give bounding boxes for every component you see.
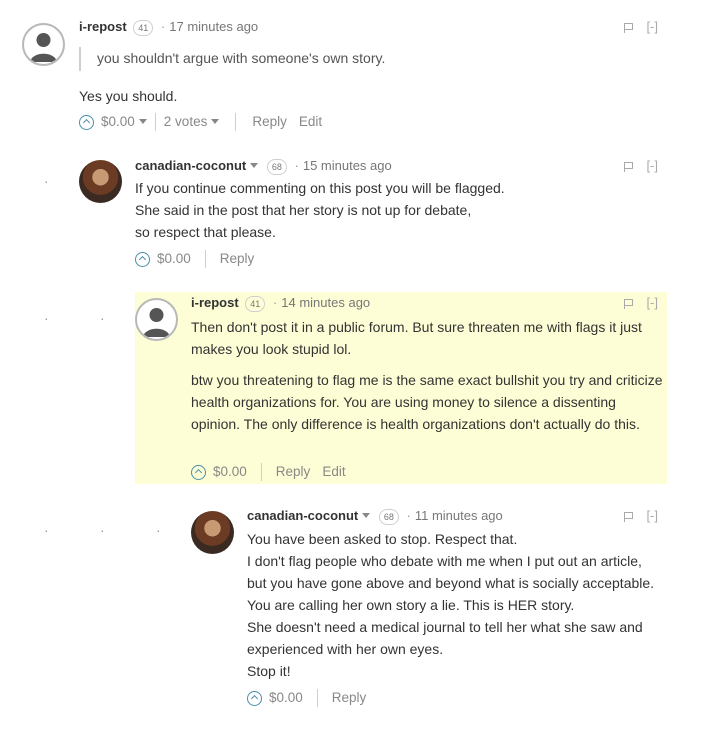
separator-dot: · bbox=[406, 508, 411, 523]
comment-controls: [-] bbox=[624, 507, 658, 525]
comment-header: i-repost 41 · 17 minutes ago bbox=[79, 18, 258, 36]
user-silhouette-icon bbox=[143, 308, 170, 337]
flag-icon[interactable] bbox=[624, 511, 634, 522]
author-name[interactable]: i-repost bbox=[79, 19, 127, 34]
avatar[interactable] bbox=[135, 298, 178, 341]
flag-icon[interactable] bbox=[624, 298, 634, 309]
thread-indent-dot: · bbox=[44, 522, 49, 538]
collapse-toggle[interactable]: [-] bbox=[646, 19, 658, 34]
separator-dot: · bbox=[272, 295, 278, 310]
edit-link[interactable]: Edit bbox=[322, 464, 345, 479]
flag-icon[interactable] bbox=[624, 22, 634, 33]
comment-line: If you continue commenting on this post … bbox=[135, 180, 505, 196]
comment-controls: [-] bbox=[624, 157, 658, 175]
timestamp[interactable]: 15 minutes ago bbox=[303, 158, 392, 173]
divider bbox=[235, 113, 237, 132]
upvote-circle-icon[interactable] bbox=[191, 464, 206, 480]
comment-body: Yes you should. bbox=[79, 85, 177, 107]
author-name[interactable]: i-repost bbox=[191, 295, 239, 310]
collapse-toggle[interactable]: [-] bbox=[646, 158, 658, 173]
upvote-circle-icon[interactable] bbox=[247, 690, 262, 706]
author-name[interactable]: canadian-coconut bbox=[135, 158, 246, 173]
votes-count[interactable]: 2 votes bbox=[164, 114, 208, 129]
collapse-toggle[interactable]: [-] bbox=[646, 508, 658, 523]
thread-indent-dot: · bbox=[156, 522, 161, 538]
thread-indent-dot: · bbox=[100, 522, 105, 538]
payout-value[interactable]: $0.00 bbox=[269, 690, 303, 705]
reputation-badge: 68 bbox=[378, 508, 399, 525]
payout-value[interactable]: $0.00 bbox=[213, 464, 247, 479]
separator-dot: · bbox=[160, 19, 166, 34]
comment-line: but you have gone above and beyond what … bbox=[247, 575, 655, 591]
thread-indent-dot: · bbox=[100, 310, 105, 326]
upvote-circle-icon[interactable] bbox=[135, 251, 150, 267]
reply-link[interactable]: Reply bbox=[220, 251, 255, 266]
comment-line: so respect that please. bbox=[135, 224, 276, 240]
comment-line: experienced with her own eyes. bbox=[247, 641, 444, 657]
avatar[interactable] bbox=[79, 160, 122, 203]
reply-link[interactable]: Reply bbox=[276, 464, 311, 479]
caret-down-icon[interactable] bbox=[138, 118, 147, 124]
avatar[interactable] bbox=[191, 511, 234, 554]
comment-paragraph: Then don't post it in a public forum. Bu… bbox=[191, 319, 642, 357]
comment-footer: $0.00 Reply Edit bbox=[191, 463, 346, 482]
caret-down-icon[interactable] bbox=[211, 118, 220, 124]
comment-controls: [-] bbox=[624, 294, 658, 312]
comment-header: i-repost 41 · 14 minutes ago bbox=[191, 294, 370, 312]
avatar[interactable] bbox=[22, 23, 65, 66]
comment-line: She said in the post that her story is n… bbox=[135, 202, 472, 218]
timestamp[interactable]: 11 minutes ago bbox=[415, 508, 503, 523]
edit-link[interactable]: Edit bbox=[299, 114, 322, 129]
comment-header: canadian-coconut 68 · 15 minutes ago bbox=[135, 157, 392, 175]
payout-value[interactable]: $0.00 bbox=[101, 114, 135, 129]
comment-line: Yes you should. bbox=[79, 88, 178, 104]
comment-paragraph: btw you threatening to flag me is the sa… bbox=[191, 372, 663, 432]
comment-line: Stop it! bbox=[247, 663, 291, 679]
caret-down-icon[interactable] bbox=[362, 513, 371, 519]
divider bbox=[204, 250, 206, 269]
flag-icon[interactable] bbox=[624, 161, 634, 172]
comment-line: She doesn't need a medical journal to te… bbox=[247, 619, 643, 635]
separator-dot: · bbox=[294, 158, 299, 173]
thread-indent-dot: · bbox=[44, 173, 49, 189]
comment-body: Then don't post it in a public forum. Bu… bbox=[191, 316, 663, 435]
comment-footer: $0.00 Reply bbox=[247, 689, 367, 708]
caret-down-icon[interactable] bbox=[250, 163, 259, 169]
reply-link[interactable]: Reply bbox=[332, 690, 367, 705]
upvote-circle-icon[interactable] bbox=[79, 114, 94, 130]
comment-body: You have been asked to stop. Respect tha… bbox=[247, 528, 654, 682]
divider bbox=[260, 463, 262, 482]
timestamp[interactable]: 14 minutes ago bbox=[281, 295, 370, 310]
comment-body: If you continue commenting on this post … bbox=[135, 177, 505, 243]
comment-line: You are calling her own story a lie. Thi… bbox=[247, 597, 575, 613]
blockquote: you shouldn't argue with someone's own s… bbox=[79, 47, 385, 71]
comment-footer: $0.00 Reply bbox=[135, 250, 255, 269]
payout-value[interactable]: $0.00 bbox=[157, 251, 191, 266]
user-silhouette-icon bbox=[30, 33, 57, 62]
author-name[interactable]: canadian-coconut bbox=[247, 508, 358, 523]
collapse-toggle[interactable]: [-] bbox=[646, 295, 658, 310]
comment-header: canadian-coconut 68 · 11 minutes ago bbox=[247, 507, 503, 525]
comment-controls: [-] bbox=[624, 18, 658, 36]
reply-link[interactable]: Reply bbox=[252, 114, 287, 129]
timestamp[interactable]: 17 minutes ago bbox=[169, 19, 258, 34]
reputation-badge: 41 bbox=[133, 19, 154, 36]
divider bbox=[316, 689, 318, 708]
reputation-badge: 68 bbox=[266, 158, 287, 175]
reputation-badge: 41 bbox=[245, 295, 266, 312]
thread-indent-dot: · bbox=[44, 310, 49, 326]
divider bbox=[154, 113, 156, 132]
comment-line: You have been asked to stop. Respect tha… bbox=[247, 531, 518, 547]
comment-line: I don't flag people who debate with me w… bbox=[247, 553, 642, 569]
comment-footer: $0.00 2 votes Reply Edit bbox=[79, 113, 322, 132]
